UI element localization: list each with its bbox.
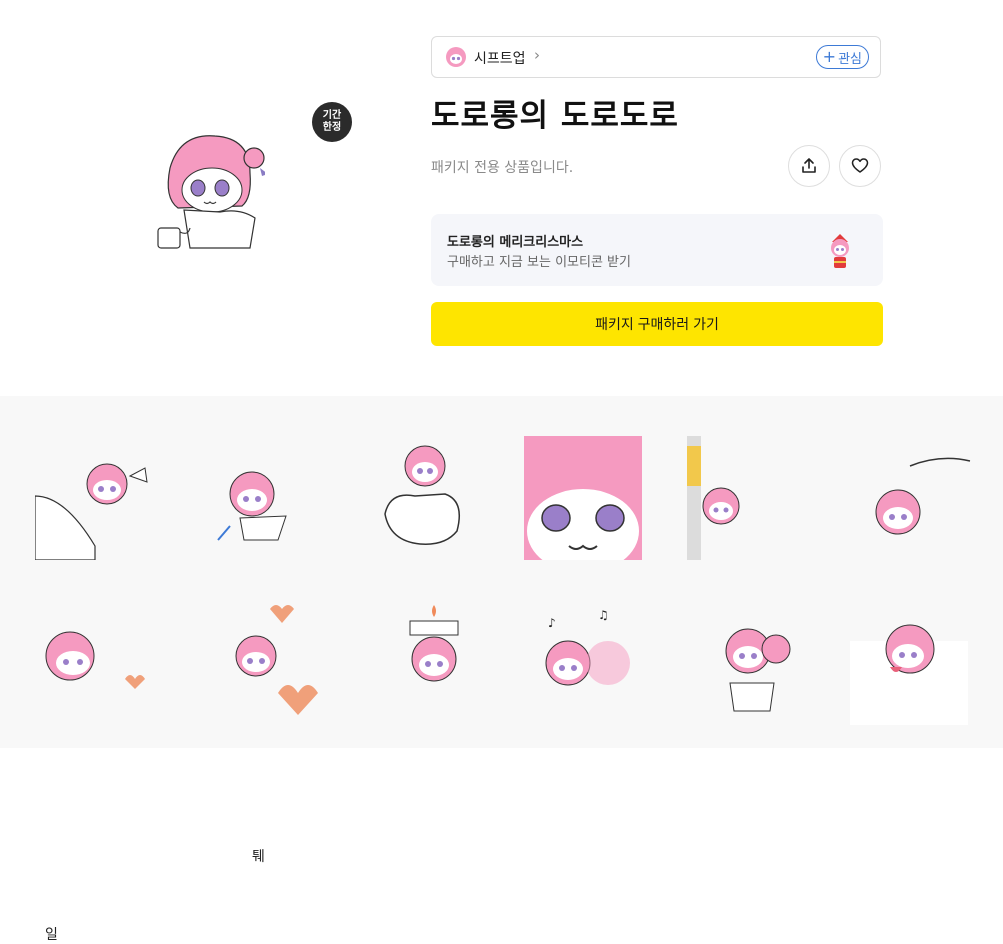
emoticon-preview-item[interactable] [35, 436, 153, 560]
badge-line-1: 기간 [322, 110, 342, 121]
product-subtitle: 패키지 전용 상품입니다. [431, 160, 574, 176]
emoticon-preview-item[interactable] [35, 601, 153, 725]
svg-text:♫: ♫ [598, 608, 609, 622]
creator-bar[interactable]: 시프트업 › + 관심 [431, 36, 881, 78]
emoticon-caption-text: 일 [45, 927, 58, 943]
like-button[interactable] [839, 145, 881, 187]
promo-banner[interactable]: 도로롱의 메리크리스마스 구매하고 지금 보는 이모티콘 받기 [431, 214, 883, 286]
promo-title: 도로롱의 메리크리스마스 [447, 235, 584, 250]
buy-package-button[interactable]: 패키지 구매하러 가기 [431, 302, 883, 346]
follow-label: 관심 [838, 51, 862, 67]
emoticon-preview-item[interactable] [687, 436, 805, 560]
share-button[interactable] [788, 145, 830, 187]
svg-text:♪: ♪ [548, 616, 556, 630]
emoticon-preview-item[interactable] [700, 601, 818, 725]
chevron-right-icon: › [534, 46, 540, 64]
product-header: 기간 한정 시프트업 › + 관심 도로롱의 도로도로 패키지 전용 상품입니다… [0, 0, 1003, 396]
emoticon-preview-item[interactable] [200, 601, 318, 725]
emoticon-preview-item[interactable] [380, 601, 498, 725]
promo-emoticon-image [831, 234, 849, 268]
main-emoticon-image [150, 128, 268, 258]
emoticon-preview-grid: 일 퉤 ♪ ♫ [0, 396, 1003, 943]
emoticon-preview-item[interactable] [860, 436, 978, 560]
badge-line-2: 한정 [322, 122, 342, 133]
share-icon [802, 158, 816, 173]
emoticon-preview-item[interactable] [850, 601, 968, 725]
emoticon-preview-item[interactable] [365, 436, 483, 560]
creator-avatar [446, 47, 466, 67]
heart-icon [851, 158, 869, 173]
emoticon-preview-item[interactable]: ♪ ♫ [528, 601, 646, 725]
limited-time-badge: 기간 한정 [312, 102, 352, 142]
product-title: 도로롱의 도로도로 [431, 98, 679, 134]
emoticon-caption-text: 퉤 [252, 849, 265, 865]
follow-button[interactable]: + 관심 [815, 45, 869, 69]
plus-icon: + [822, 47, 837, 66]
promo-description: 구매하고 지금 보는 이모티콘 받기 [447, 255, 631, 270]
emoticon-preview-item[interactable] [524, 436, 642, 560]
emoticon-preview-item[interactable] [200, 436, 318, 560]
creator-name[interactable]: 시프트업 [474, 48, 526, 68]
